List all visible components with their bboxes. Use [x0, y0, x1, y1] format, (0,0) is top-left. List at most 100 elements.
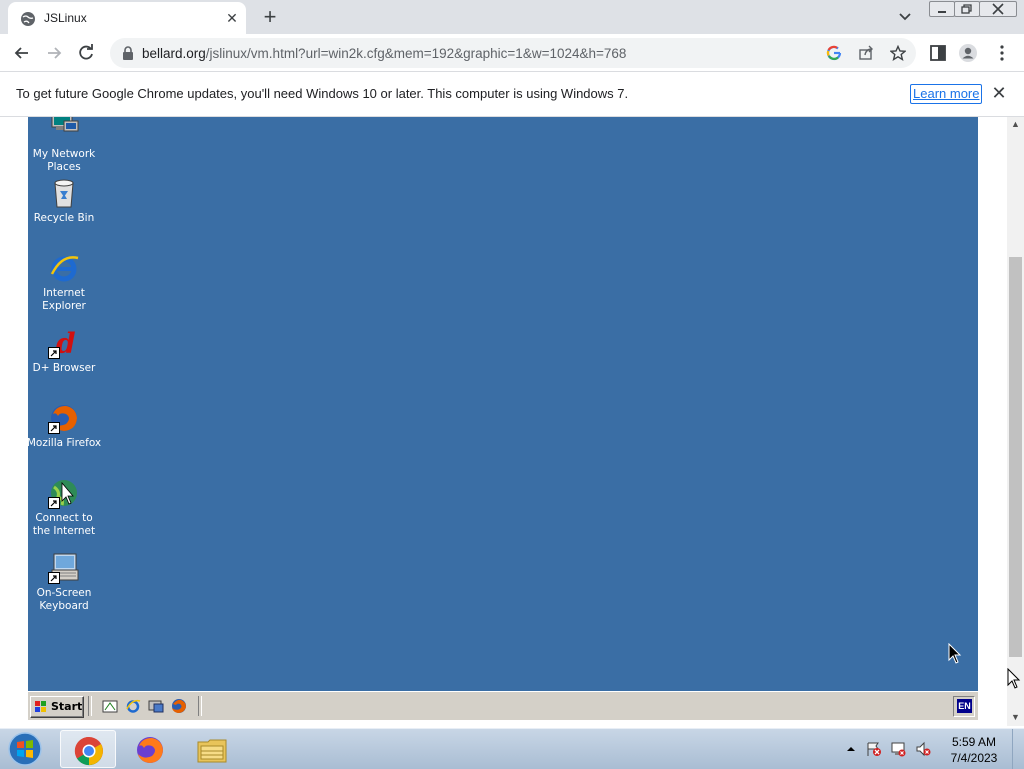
chevron-down-icon[interactable]	[896, 9, 914, 25]
desktop-icon-label: My Network Places	[28, 148, 102, 174]
win2k-taskbar: Start EN	[28, 691, 978, 720]
tab-title: JSLinux	[44, 11, 87, 25]
label-line1: My Network	[32, 148, 96, 160]
tab-strip: JSLinux ✕ +	[0, 0, 1024, 34]
tab-jslinux[interactable]: JSLinux ✕	[8, 2, 246, 34]
profile-avatar-icon[interactable]	[958, 43, 978, 63]
label-line1: D+ Browser	[32, 362, 96, 374]
restore-button[interactable]	[954, 1, 980, 17]
label-line1: On-Screen	[36, 587, 92, 599]
taskbar-separator	[88, 696, 92, 716]
share-icon[interactable]	[858, 45, 874, 61]
label-line2: Keyboard	[39, 600, 89, 612]
shortcut-arrow-icon	[48, 422, 60, 434]
update-infobar: To get future Google Chrome updates, you…	[0, 72, 1024, 117]
language-indicator[interactable]: EN	[953, 696, 975, 717]
google-icon[interactable]	[826, 45, 842, 61]
browser-toolbar: bellard.org/jslinux/vm.html?url=win2k.cf…	[0, 34, 1024, 72]
outlook-express-icon[interactable]	[148, 698, 164, 714]
learn-more-link[interactable]: Learn more	[910, 84, 983, 104]
desktop-icon-label: Internet Explorer	[28, 287, 102, 313]
forward-arrow-icon[interactable]	[44, 43, 64, 63]
desktop-icon-my-network-places[interactable]: My Network Places	[28, 117, 102, 174]
recycle-bin-icon	[48, 177, 80, 209]
start-button[interactable]: Start	[30, 696, 84, 718]
desktop-icon-label: On-Screen Keyboard	[28, 587, 102, 613]
url-host: bellard.org	[142, 46, 206, 61]
label-line1: Mozilla Firefox	[28, 437, 102, 449]
bookmark-star-icon[interactable]	[890, 45, 906, 61]
shortcut-arrow-icon	[48, 572, 60, 584]
desktop-icon-internet-explorer[interactable]: Internet Explorer	[28, 252, 102, 313]
desktop-icon-label: Mozilla Firefox	[28, 437, 102, 450]
label-line1: Connect to	[35, 512, 93, 524]
side-panel-icon[interactable]	[928, 43, 948, 63]
shortcut-arrow-icon	[48, 347, 60, 359]
scrollbar-thumb[interactable]	[1009, 257, 1022, 657]
desktop-icon-mozilla-firefox[interactable]: Mozilla Firefox	[28, 402, 102, 450]
desktop-icon-recycle-bin[interactable]: Recycle Bin	[28, 177, 102, 225]
new-tab-button[interactable]: +	[258, 6, 282, 28]
url-text[interactable]: bellard.org/jslinux/vm.html?url=win2k.cf…	[142, 46, 626, 61]
taskbar-chrome[interactable]	[60, 730, 116, 768]
clock-time: 5:59 AM	[951, 735, 997, 749]
reload-icon[interactable]	[76, 43, 96, 63]
label-line2: the Internet	[32, 525, 96, 537]
taskbar-separator	[198, 696, 202, 716]
chrome-icon	[74, 736, 103, 766]
close-window-button[interactable]	[979, 1, 1017, 17]
onscreen-keyboard-icon	[48, 552, 80, 584]
win7-taskbar: 5:59 AM 7/4/2023	[0, 728, 1024, 769]
minimize-button[interactable]	[929, 1, 955, 17]
scroll-up-icon[interactable]: ▲	[1011, 119, 1020, 129]
win2k-desktop[interactable]: My Network Places Recycle Bin Internet Exp…	[28, 117, 978, 691]
mouse-cursor-icon	[948, 643, 962, 664]
show-desktop-icon[interactable]	[102, 698, 118, 714]
desktop-icon-onscreen-keyboard[interactable]: On-Screen Keyboard	[28, 552, 102, 613]
label-line1: Recycle Bin	[33, 212, 95, 224]
label-line2: Explorer	[42, 300, 86, 312]
infobar-message: To get future Google Chrome updates, you…	[16, 86, 629, 101]
taskbar-explorer[interactable]	[184, 730, 240, 768]
address-bar[interactable]: bellard.org/jslinux/vm.html?url=win2k.cf…	[110, 38, 916, 68]
host-cursor-icon	[1007, 668, 1021, 689]
menu-kebab-icon[interactable]	[992, 43, 1012, 63]
internet-explorer-icon	[48, 252, 80, 284]
url-path: /jslinux/vm.html?url=win2k.cfg&mem=192&g…	[205, 46, 627, 61]
back-arrow-icon[interactable]	[12, 43, 32, 63]
network-places-icon	[48, 117, 80, 145]
tab-close-icon[interactable]: ✕	[224, 10, 240, 26]
windows-start-orb-icon[interactable]	[6, 731, 44, 767]
internet-explorer-quicklaunch-icon[interactable]	[125, 698, 141, 714]
volume-muted-icon[interactable]	[915, 741, 931, 757]
close-icon[interactable]: ✕	[990, 84, 1008, 102]
desktop-icon-label: D+ Browser	[28, 362, 102, 375]
network-icon[interactable]	[890, 741, 906, 757]
folder-icon	[197, 739, 227, 763]
show-desktop-button[interactable]	[1012, 729, 1024, 769]
system-clock[interactable]: 5:59 AM 7/4/2023	[945, 734, 1003, 766]
action-center-icon[interactable]	[866, 741, 882, 757]
dplus-browser-icon: d	[48, 327, 80, 360]
firefox-quicklaunch-icon[interactable]	[171, 698, 187, 714]
show-hidden-icons-icon[interactable]	[843, 741, 859, 757]
desktop-icon-connect-internet[interactable]: Connect to the Internet	[28, 477, 102, 538]
firefox-icon	[48, 402, 80, 434]
taskbar-firefox[interactable]	[122, 730, 178, 768]
desktop-icon-dplus-browser[interactable]: d D+ Browser	[28, 327, 102, 375]
clock-date: 7/4/2023	[950, 751, 998, 765]
label-line2: Places	[47, 161, 81, 173]
scroll-down-icon[interactable]: ▼	[1011, 712, 1020, 722]
desktop-icon-label: Recycle Bin	[28, 212, 102, 225]
firefox-taskbar-icon	[137, 737, 163, 763]
label-line1: Internet	[43, 287, 85, 299]
desktop-icon-label: Connect to the Internet	[28, 512, 102, 538]
language-label: EN	[957, 699, 972, 713]
start-label: Start	[51, 700, 83, 713]
connect-internet-icon	[48, 477, 80, 509]
shortcut-arrow-icon	[48, 497, 60, 509]
windows-flag-icon	[35, 701, 46, 712]
page-scrollbar[interactable]: ▲ ▼	[1007, 117, 1024, 726]
lock-icon[interactable]	[122, 46, 134, 60]
globe-icon	[21, 12, 35, 26]
